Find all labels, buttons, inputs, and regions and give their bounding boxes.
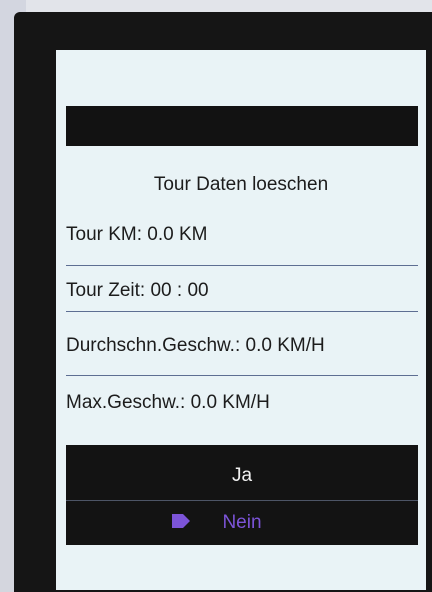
average-speed-row: Durchschn.Geschw.: 0.0 KM/H: [66, 335, 325, 356]
row-divider: [66, 375, 418, 376]
menu-divider: [66, 500, 418, 501]
no-option[interactable]: Nein: [66, 512, 418, 534]
device-bezel: Tour Daten loeschen Tour KM: 0.0 KM Tour…: [14, 12, 432, 592]
confirm-menu: Ja Nein: [66, 445, 418, 545]
page-title: Tour Daten loeschen: [153, 174, 329, 195]
max-speed-row: Max.Geschw.: 0.0 KM/H: [66, 392, 270, 413]
tour-time-row: Tour Zeit: 00 : 00: [66, 280, 209, 301]
tour-km-row: Tour KM: 0.0 KM: [66, 224, 208, 245]
row-divider: [66, 265, 418, 266]
row-divider: [66, 311, 418, 312]
yes-option[interactable]: Ja: [66, 465, 418, 487]
display-screen: Tour Daten loeschen Tour KM: 0.0 KM Tour…: [56, 50, 426, 590]
header-bar: [66, 106, 418, 146]
